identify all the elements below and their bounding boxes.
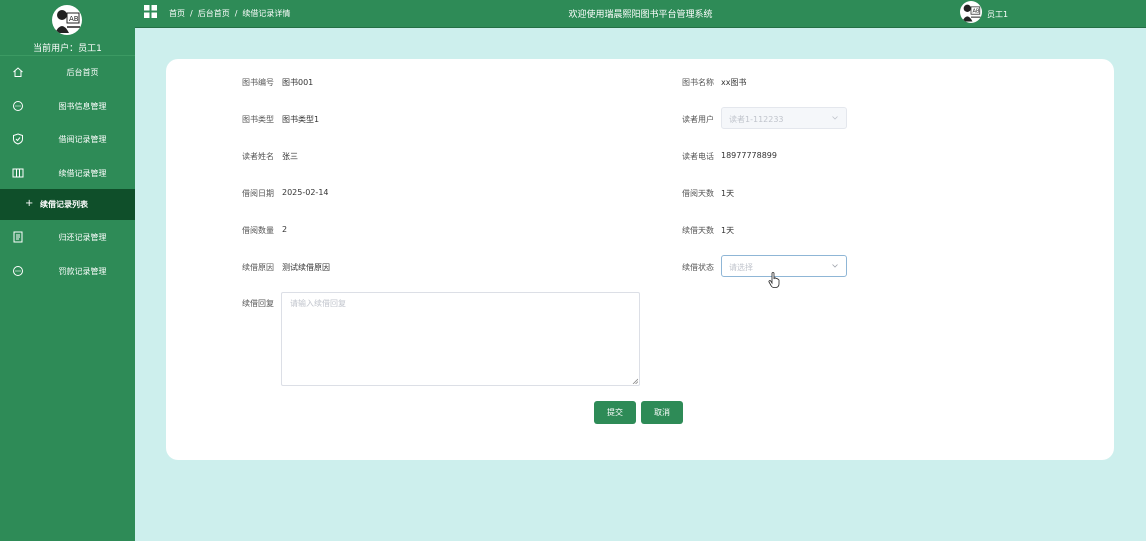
reader-name-label: 读者姓名 bbox=[242, 152, 274, 161]
breadcrumb-separator: / bbox=[190, 9, 193, 18]
current-user-name: 员工1 bbox=[78, 44, 102, 54]
sidebar-item-label: 归还记录管理 bbox=[58, 233, 107, 242]
renew-reply-textarea[interactable]: 请输入续借回复 bbox=[281, 292, 640, 386]
sidebar-item-label: 续借记录列表 bbox=[40, 200, 88, 209]
sidebar-item-label: 续借记录管理 bbox=[58, 168, 107, 178]
sidebar-user-panel: AB 当前用户：员工1 bbox=[0, 0, 135, 56]
cancel-button[interactable]: 取消 bbox=[641, 401, 683, 424]
book-name-label: 图书名称 bbox=[682, 78, 714, 87]
hand-pointer-cursor-icon bbox=[768, 272, 780, 288]
document-icon bbox=[13, 231, 23, 243]
renew-reason-value: 测试续借原因 bbox=[282, 263, 330, 272]
breadcrumb-separator: / bbox=[234, 9, 238, 18]
resize-handle-icon[interactable] bbox=[632, 378, 638, 384]
reader-name-value: 张三 bbox=[282, 152, 298, 161]
reader-phone-value: 18977778899 bbox=[721, 151, 777, 160]
chevron-down-icon bbox=[832, 264, 838, 268]
breadcrumb: 首页 / 后台首页 / 续借记录详情 bbox=[169, 8, 290, 19]
sidebar-item-label: 借阅记录管理 bbox=[58, 135, 107, 144]
avatar[interactable]: AB bbox=[960, 1, 982, 23]
breadcrumb-home[interactable]: 首页 bbox=[169, 9, 185, 18]
borrow-date-value: 2025-02-14 bbox=[282, 188, 329, 197]
chat-bubble-icon bbox=[13, 265, 23, 276]
shield-check-icon bbox=[13, 133, 23, 145]
submit-button[interactable]: 提交 bbox=[594, 401, 636, 424]
top-bar: 首页 / 后台首页 / 续借记录详情 欢迎使用瑞晨熙阳图书平台管理系统 AB 员工1 bbox=[135, 0, 1146, 28]
borrow-date-label: 借阅日期 bbox=[242, 189, 274, 198]
home-icon bbox=[13, 67, 23, 77]
sidebar-item-label: 图书信息管理 bbox=[58, 101, 107, 111]
renew-reply-label: 续借回复 bbox=[242, 299, 274, 308]
reader-user-select: 读者1-112233 bbox=[721, 107, 847, 129]
reader-user-select-value: 读者1-112233 bbox=[729, 115, 784, 124]
sidebar-menu: 后台首页 图书信息管理 借阅记录管理 续借记录管理 + 续借记录列表 归还记录管… bbox=[0, 55, 135, 287]
plus-icon: + bbox=[25, 198, 34, 209]
borrow-days-value: 1天 bbox=[721, 189, 735, 198]
sidebar-item-dashboard[interactable]: 后台首页 bbox=[0, 55, 135, 89]
renew-status-label: 续借状态 bbox=[682, 263, 714, 272]
sidebar-item-renew-records[interactable]: 续借记录管理 bbox=[0, 156, 135, 190]
avatar: AB bbox=[52, 5, 82, 35]
chat-bubble-icon bbox=[13, 100, 23, 111]
svg-text:AB: AB bbox=[972, 9, 980, 15]
sidebar-item-label: 罚款记录管理 bbox=[58, 266, 107, 276]
sidebar-item-borrow-records[interactable]: 借阅记录管理 bbox=[0, 122, 135, 156]
chevron-down-icon bbox=[832, 116, 838, 120]
borrow-qty-label: 借阅数量 bbox=[242, 226, 274, 235]
sidebar: AB 当前用户：员工1 后台首页 图书信息管理 借阅记录管理 续借记录管理 + … bbox=[0, 0, 135, 541]
top-user-name[interactable]: 员工1 bbox=[987, 9, 1008, 20]
renew-reply-placeholder: 请输入续借回复 bbox=[290, 299, 346, 308]
current-user: 当前用户：员工1 bbox=[0, 41, 135, 54]
book-no-value: 图书001 bbox=[282, 78, 314, 87]
renew-reason-label: 续借原因 bbox=[242, 263, 274, 272]
renew-days-label: 续借天数 bbox=[682, 226, 714, 235]
reader-phone-label: 读者电话 bbox=[682, 152, 714, 161]
book-type-label: 图书类型 bbox=[242, 115, 274, 124]
sidebar-item-return-records[interactable]: 归还记录管理 bbox=[0, 220, 135, 254]
breadcrumb-dashboard[interactable]: 后台首页 bbox=[198, 9, 230, 18]
svg-text:AB: AB bbox=[69, 15, 79, 23]
renew-status-placeholder: 请选择 bbox=[729, 263, 753, 272]
borrow-days-label: 借阅天数 bbox=[682, 189, 714, 198]
reader-user-label: 读者用户 bbox=[682, 115, 714, 124]
grid-menu-icon[interactable] bbox=[144, 5, 157, 18]
book-no-label: 图书编号 bbox=[242, 78, 274, 87]
sidebar-item-book-info[interactable]: 图书信息管理 bbox=[0, 89, 135, 123]
columns-icon bbox=[12, 168, 24, 177]
renew-days-value: 1天 bbox=[721, 226, 735, 235]
book-type-value: 图书类型1 bbox=[282, 115, 320, 124]
sidebar-item-fine-records[interactable]: 罚款记录管理 bbox=[0, 254, 135, 288]
breadcrumb-current: 续借记录详情 bbox=[242, 9, 291, 18]
book-name-value: xx图书 bbox=[721, 78, 747, 87]
sidebar-item-label: 后台首页 bbox=[66, 68, 99, 77]
current-user-label: 当前用户： bbox=[33, 44, 79, 54]
borrow-qty-value: 2 bbox=[282, 225, 288, 234]
renew-status-select[interactable]: 请选择 bbox=[721, 255, 847, 277]
sidebar-item-renew-list[interactable]: + 续借记录列表 bbox=[0, 189, 135, 220]
